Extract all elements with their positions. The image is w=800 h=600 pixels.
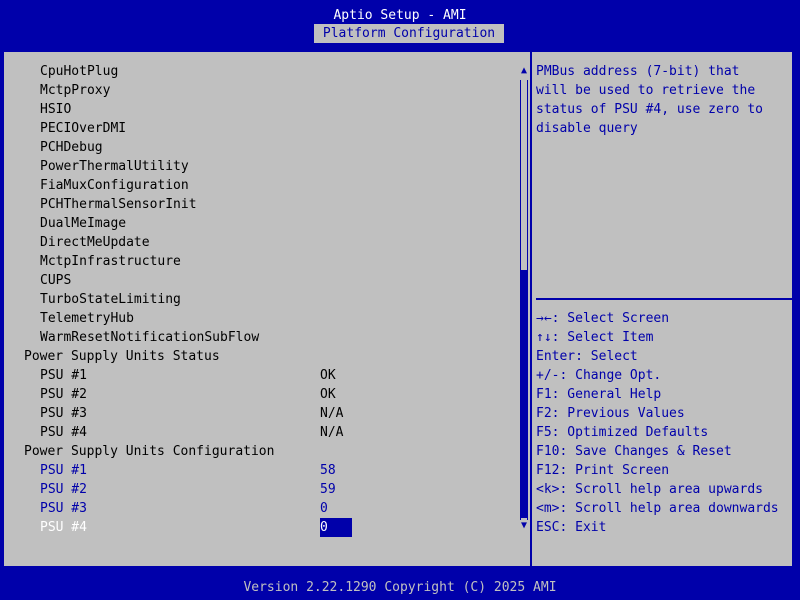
- help-line: PMBus address (7-bit) that: [536, 64, 740, 79]
- psu-status-label: PSU #2: [40, 387, 87, 402]
- help-line: disable query: [536, 121, 638, 136]
- psu-config-address-field-focused[interactable]: 0: [320, 518, 352, 537]
- key-hint-change-opt: +/-: Change Opt.: [536, 368, 662, 383]
- menu-item-powerthermalutility[interactable]: PowerThermalUtility: [40, 157, 189, 176]
- psu-config-address-field[interactable]: 58: [320, 461, 336, 480]
- tab-platform-configuration[interactable]: Platform Configuration: [314, 24, 504, 43]
- key-hint-f5: F5: Optimized Defaults: [536, 425, 709, 440]
- key-hint-f12: F12: Print Screen: [536, 463, 670, 478]
- psu-status-label: PSU #3: [40, 406, 87, 421]
- psu-config-address-field[interactable]: 59: [320, 480, 336, 499]
- scroll-up-icon[interactable]: ▲: [518, 64, 530, 78]
- help-line: status of PSU #4, use zero to: [536, 102, 763, 117]
- key-hint-f2: F2: Previous Values: [536, 406, 685, 421]
- psu-config-label[interactable]: PSU #2: [40, 480, 87, 499]
- menu-item-pecioverdmi[interactable]: PECIOverDMI: [40, 119, 126, 138]
- menu-item-pchthermalsensorinit[interactable]: PCHThermalSensorInit: [40, 195, 197, 214]
- psu-status-value: N/A: [320, 406, 344, 421]
- psu-status-heading: Power Supply Units Status: [24, 349, 220, 364]
- menu-item-turbostatelimiting[interactable]: TurboStateLimiting: [40, 290, 181, 309]
- menu-item-telemetryhub[interactable]: TelemetryHub: [40, 309, 134, 328]
- help-separator: [536, 298, 792, 300]
- menu-item-pchdebug[interactable]: PCHDebug: [40, 138, 103, 157]
- psu-config-label[interactable]: PSU #3: [40, 499, 87, 518]
- panel-divider: [530, 52, 532, 566]
- menu-item-cpuhotplug[interactable]: CpuHotPlug: [40, 62, 118, 81]
- key-hint-scroll-up: <k>: Scroll help area upwards: [536, 482, 763, 497]
- key-hint-f1: F1: General Help: [536, 387, 662, 402]
- psu-status-label: PSU #4: [40, 425, 87, 440]
- key-hint-select-item: ↑↓: Select Item: [536, 330, 654, 345]
- menu-item-fiamuxconfiguration[interactable]: FiaMuxConfiguration: [40, 176, 189, 195]
- psu-config-heading: Power Supply Units Configuration: [24, 444, 275, 459]
- psu-status-value: N/A: [320, 425, 344, 440]
- psu-status-label: PSU #1: [40, 368, 87, 383]
- psu-config-label[interactable]: PSU #1: [40, 461, 87, 480]
- app-title: Aptio Setup - AMI: [333, 8, 467, 23]
- help-line: will be used to retrieve the: [536, 83, 756, 98]
- psu-status-value: OK: [320, 368, 336, 383]
- scrollbar-thumb[interactable]: [520, 270, 528, 518]
- key-hint-scroll-down: <m>: Scroll help area downwards: [536, 501, 779, 516]
- key-hint-f10: F10: Save Changes & Reset: [536, 444, 732, 459]
- key-hint-enter: Enter: Select: [536, 349, 638, 364]
- key-hint-select-screen: →←: Select Screen: [536, 311, 670, 326]
- version-text: Version 2.22.1290 Copyright (C) 2025 AMI: [243, 580, 557, 595]
- menu-item-dualmeimage[interactable]: DualMeImage: [40, 214, 126, 233]
- psu-config-address-field[interactable]: 0: [320, 499, 328, 518]
- scroll-down-icon[interactable]: ▼: [518, 519, 530, 533]
- key-hint-esc: ESC: Exit: [536, 520, 607, 535]
- menu-item-hsio[interactable]: HSIO: [40, 100, 71, 119]
- psu-config-label-focused[interactable]: PSU #4: [40, 518, 87, 537]
- menu-item-mctpproxy[interactable]: MctpProxy: [40, 81, 110, 100]
- menu-item-cups[interactable]: CUPS: [40, 271, 71, 290]
- menu-item-mctpinfrastructure[interactable]: MctpInfrastructure: [40, 252, 181, 271]
- psu-status-value: OK: [320, 387, 336, 402]
- menu-item-directmeupdate[interactable]: DirectMeUpdate: [40, 233, 150, 252]
- menu-item-warmresetnotificationsubflow[interactable]: WarmResetNotificationSubFlow: [40, 328, 259, 347]
